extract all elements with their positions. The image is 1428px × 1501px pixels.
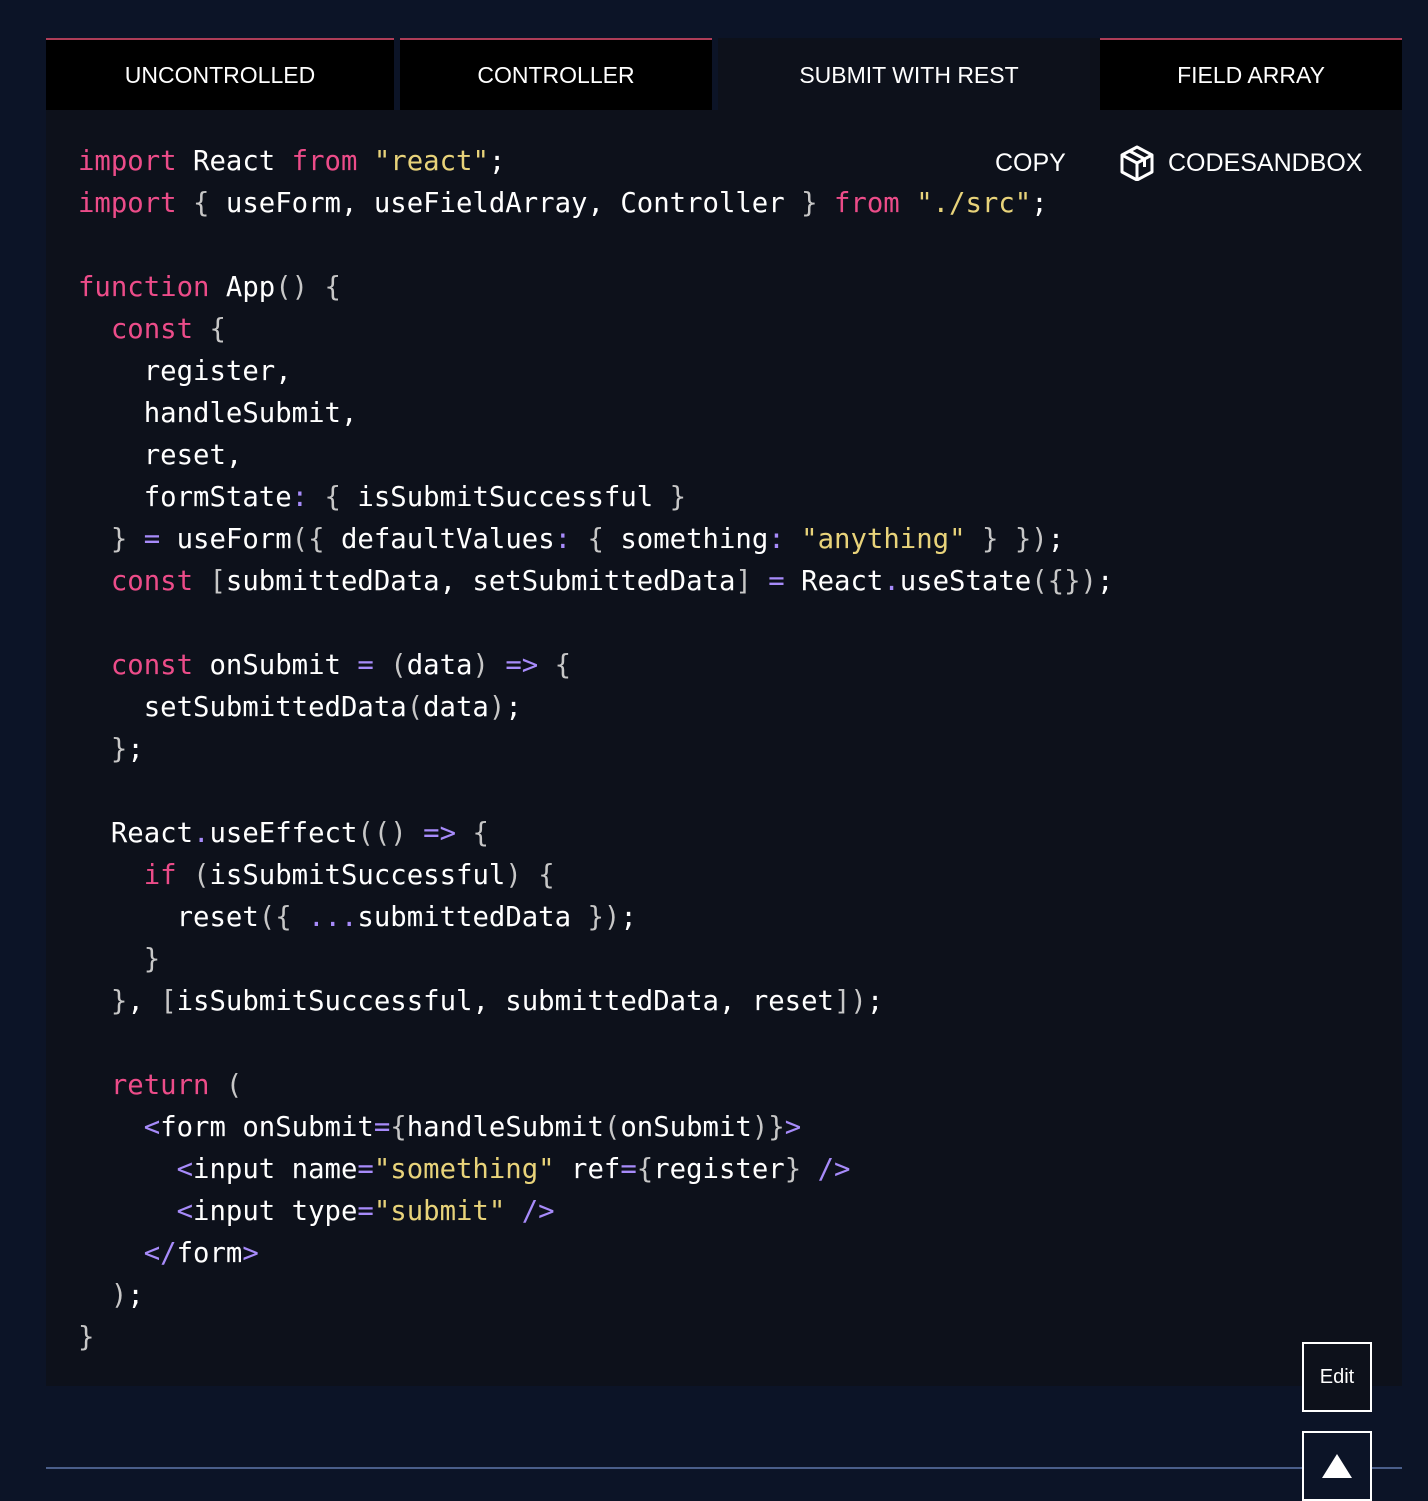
section-divider [46,1467,1402,1469]
copy-button[interactable]: COPY [995,144,1066,182]
scroll-to-top-button[interactable] [1302,1431,1372,1501]
code-line: } [78,1322,95,1353]
code-line: reset, [78,440,243,471]
code-line: <form onSubmit={handleSubmit(onSubmit)}> [143,1112,802,1143]
code-line: <input type="submit" /> [176,1196,555,1227]
edit-button[interactable]: Edit [1302,1342,1372,1412]
code-line: function App() { [78,272,341,303]
code-block: import React from "react"; import { useFo… [78,141,1113,1359]
codesandbox-label: CODESANDBOX [1168,148,1363,177]
codesandbox-button[interactable]: CODESANDBOX [1120,142,1362,184]
tab-uncontrolled[interactable]: UNCONTROLLED [46,38,394,110]
tab-submit-with-rest[interactable]: SUBMIT WITH REST [718,38,1100,110]
code-line: } [143,944,161,975]
code-line: setSubmittedData(data); [78,692,522,723]
code-line: import React from "react"; [78,146,506,177]
code-line: const onSubmit = (data) => { [110,650,572,681]
code-line: }; [110,734,144,765]
code-line: } = useForm({ defaultValues: { something… [110,524,1065,555]
code-line: <input name="something" ref={register} /… [176,1154,851,1185]
code-line: formState: { isSubmitSuccessful } [78,482,687,513]
code-line: return ( [110,1070,243,1101]
code-line: const [submittedData, setSubmittedData] … [110,566,1114,597]
code-line: reset({ ...submittedData }); [78,902,637,933]
code-line: register, [78,356,292,387]
code-line: React.useEffect(() => { [78,818,489,849]
codesandbox-cube-icon [1120,145,1168,181]
example-tabs: UNCONTROLLED CONTROLLER SUBMIT WITH REST… [46,38,1402,110]
code-line: }, [isSubmitSuccessful, submittedData, r… [110,986,884,1017]
code-line: import { useForm, useFieldArray, Control… [78,188,1048,219]
code-line: </form> [143,1238,259,1269]
code-line: if (isSubmitSuccessful) { [143,860,555,891]
code-panel: import React from "react"; import { useFo… [46,110,1402,1386]
code-line: const { [110,314,226,345]
code-line: ); [110,1280,144,1311]
code-line: handleSubmit, [78,398,358,429]
tab-controller[interactable]: CONTROLLER [400,38,712,110]
tab-field-array[interactable]: FIELD ARRAY [1100,38,1402,110]
triangle-up-icon [1322,1454,1352,1478]
